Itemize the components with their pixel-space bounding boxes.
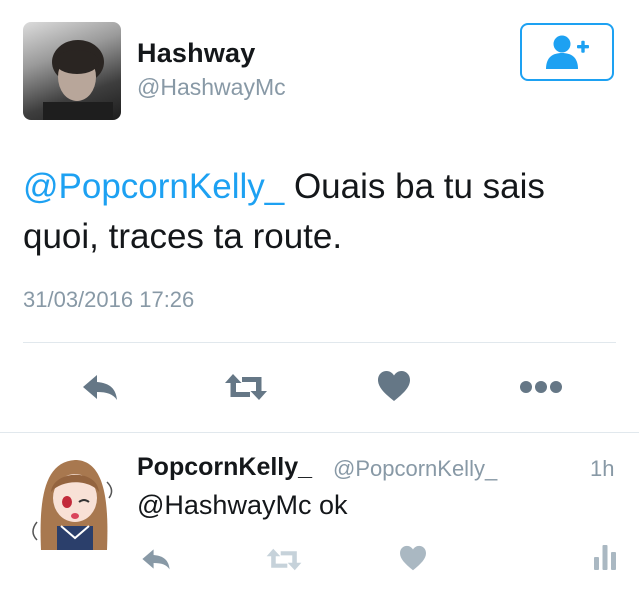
reply-icon — [142, 549, 170, 570]
author-name[interactable]: Hashway — [137, 38, 255, 69]
like-icon — [378, 371, 410, 401]
add-user-icon — [546, 35, 589, 69]
author-avatar[interactable] — [23, 22, 121, 120]
reply-author-handle[interactable]: @PopcornKelly_ — [333, 456, 497, 482]
more-icon — [520, 381, 562, 393]
section-divider — [0, 432, 639, 433]
more-button[interactable] — [516, 370, 566, 404]
follow-button[interactable] — [520, 23, 614, 81]
tweet-text: @PopcornKelly_ Ouais ba tu sais quoi, tr… — [23, 162, 613, 262]
reply-text: @HashwayMc ok — [137, 490, 348, 520]
tweet-timestamp: 31/03/2016 17:26 — [23, 287, 195, 312]
like-button[interactable] — [370, 366, 418, 406]
divider — [23, 342, 616, 343]
author-handle[interactable]: @HashwayMc — [137, 74, 286, 101]
tweet-text-line2: quoi, traces ta route. — [23, 217, 343, 256]
reply-author-avatar[interactable] — [23, 452, 121, 550]
reply-author-name[interactable]: PopcornKelly_ — [137, 453, 312, 482]
tweet-text-line1: Ouais ba tu sais — [284, 167, 545, 206]
reply-icon — [83, 375, 117, 400]
like-icon — [400, 545, 426, 571]
reply-button[interactable] — [76, 368, 124, 406]
mention-link[interactable]: @PopcornKelly_ — [23, 167, 284, 206]
analytics-icon — [594, 545, 616, 570]
reply-retweet-button[interactable] — [262, 544, 306, 574]
retweet-button[interactable] — [222, 368, 270, 406]
reply-like-button[interactable] — [396, 542, 430, 574]
retweet-icon — [225, 374, 267, 400]
reply-reply-button[interactable] — [136, 544, 176, 574]
retweet-icon — [266, 548, 302, 570]
reply-time: 1h — [590, 456, 615, 481]
reply-analytics-button[interactable] — [590, 540, 620, 574]
